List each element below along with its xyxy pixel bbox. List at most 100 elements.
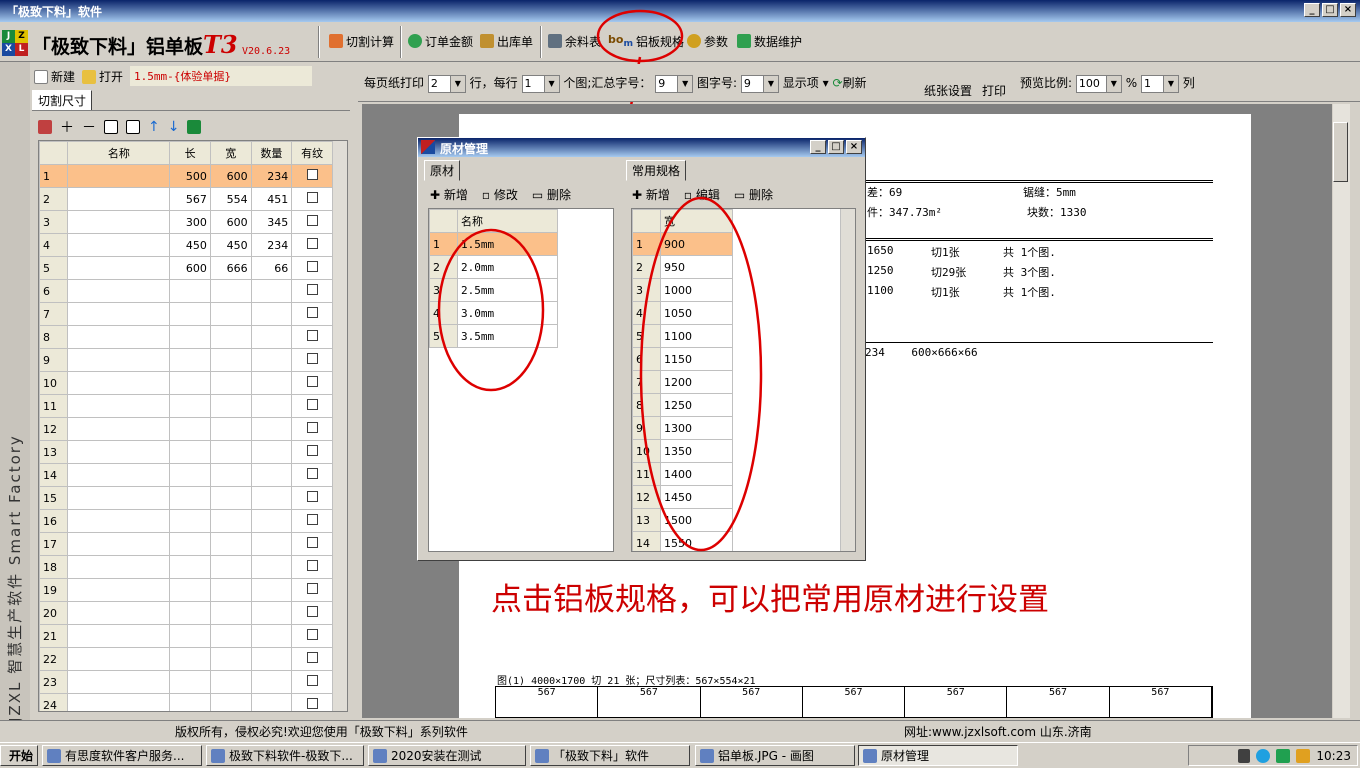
cell-width[interactable] xyxy=(209,486,252,510)
grain-checkbox[interactable] xyxy=(306,215,318,226)
table-row[interactable]: 23 xyxy=(39,670,333,694)
cell-name[interactable] xyxy=(67,187,171,211)
cell-length[interactable] xyxy=(169,647,211,671)
grain-checkbox[interactable] xyxy=(306,307,318,318)
table-row[interactable]: 15 xyxy=(39,486,333,510)
cell-name[interactable] xyxy=(67,394,171,418)
scroll-thumb[interactable] xyxy=(1333,122,1348,182)
cell-qty[interactable]: 234 xyxy=(250,164,293,188)
cell-length[interactable] xyxy=(169,371,211,395)
cell-name[interactable] xyxy=(67,509,171,533)
grain-checkbox[interactable] xyxy=(306,169,318,180)
cell-length[interactable]: 500 xyxy=(169,164,211,188)
cell-width[interactable] xyxy=(209,693,252,711)
cell-qty[interactable] xyxy=(250,555,293,579)
cell-length[interactable] xyxy=(169,486,211,510)
cell-qty[interactable]: 345 xyxy=(250,210,293,234)
grid-scrollbar[interactable] xyxy=(332,141,347,711)
table-row[interactable]: 5 600 666 66 xyxy=(39,256,333,280)
cell-length[interactable] xyxy=(169,624,211,648)
order-amount-button[interactable]: 订单金额 xyxy=(405,30,476,52)
check-icon[interactable] xyxy=(104,120,118,134)
table-row[interactable]: 1 500 600 234 xyxy=(39,164,333,188)
cell-width[interactable]: 600 xyxy=(209,210,252,234)
cell-name[interactable] xyxy=(67,463,171,487)
preview-scrollbar[interactable] xyxy=(1333,104,1350,718)
taskbar-item[interactable]: 有思度软件客户服务... xyxy=(42,745,202,766)
grain-checkbox[interactable] xyxy=(306,284,318,295)
cell-qty[interactable] xyxy=(250,601,293,625)
cell-name[interactable] xyxy=(67,486,171,510)
cell-length[interactable]: 567 xyxy=(169,187,211,211)
cell-name[interactable] xyxy=(67,417,171,441)
keyboard-icon[interactable] xyxy=(1238,748,1251,763)
pic-font-select[interactable]: 9 xyxy=(740,74,779,93)
per-row-select[interactable]: 1 xyxy=(521,74,560,93)
cell-length[interactable] xyxy=(169,463,211,487)
table-row[interactable]: 4 450 450 234 xyxy=(39,233,333,257)
cell-width[interactable] xyxy=(209,440,252,464)
left-modify-button[interactable]: ▫ 修改 xyxy=(482,186,518,203)
grain-checkbox[interactable] xyxy=(306,353,318,364)
cell-name[interactable] xyxy=(67,164,171,188)
grain-checkbox[interactable] xyxy=(306,376,318,387)
tab-material[interactable]: 原材 xyxy=(424,160,461,181)
cell-width[interactable] xyxy=(209,394,252,418)
cell-length[interactable] xyxy=(169,302,211,326)
cell-width[interactable] xyxy=(209,348,252,372)
cell-length[interactable] xyxy=(169,394,211,418)
cell-name[interactable] xyxy=(67,532,171,556)
table-row[interactable]: 20 xyxy=(39,601,333,625)
cell-width[interactable] xyxy=(209,279,252,303)
close-button[interactable]: × xyxy=(1340,3,1356,17)
cell-length[interactable]: 450 xyxy=(169,233,211,257)
cell-width[interactable]: 666 xyxy=(209,256,252,280)
qq-icon[interactable] xyxy=(1256,748,1271,763)
cell-qty[interactable]: 234 xyxy=(250,233,293,257)
cell-width[interactable]: 600 xyxy=(209,164,252,188)
grain-checkbox[interactable] xyxy=(306,330,318,341)
cell-name[interactable] xyxy=(67,624,171,648)
cell-name[interactable] xyxy=(67,647,171,671)
grain-checkbox[interactable] xyxy=(306,261,318,272)
table-row[interactable]: 21 xyxy=(39,624,333,648)
cell-qty[interactable] xyxy=(250,532,293,556)
cell-length[interactable] xyxy=(169,325,211,349)
table-row[interactable]: 2 567 554 451 xyxy=(39,187,333,211)
taskbar-item[interactable]: 「极致下料」软件 xyxy=(530,745,690,766)
cell-name[interactable] xyxy=(67,302,171,326)
per-page-select[interactable]: 2 xyxy=(427,74,466,93)
cell-length[interactable] xyxy=(169,555,211,579)
cell-qty[interactable] xyxy=(250,371,293,395)
grain-checkbox[interactable] xyxy=(306,468,318,479)
cell-name[interactable] xyxy=(67,693,171,711)
cut-calc-button[interactable]: 切割计算 xyxy=(326,30,397,52)
tab-common-spec[interactable]: 常用规格 xyxy=(626,160,687,181)
cell-width[interactable] xyxy=(209,578,252,602)
cell-length[interactable] xyxy=(169,693,211,711)
cols-select[interactable]: 1 xyxy=(1140,74,1179,93)
cell-name[interactable] xyxy=(67,348,171,372)
table-row[interactable]: 13 xyxy=(39,440,333,464)
table-row[interactable]: 10 xyxy=(39,371,333,395)
grain-checkbox[interactable] xyxy=(306,445,318,456)
cell-width[interactable] xyxy=(209,601,252,625)
cell-qty[interactable] xyxy=(250,394,293,418)
grain-checkbox[interactable] xyxy=(306,491,318,502)
dialog-minimize-button[interactable]: _ xyxy=(810,140,826,154)
table-row[interactable]: 12 xyxy=(39,417,333,441)
left-delete-button[interactable]: ▭ 删除 xyxy=(532,186,571,203)
print-button[interactable]: 打印 xyxy=(982,82,1006,99)
table-row[interactable]: 3 300 600 345 xyxy=(39,210,333,234)
params-button[interactable]: 参数 xyxy=(684,30,731,52)
shield-icon[interactable] xyxy=(1276,748,1291,763)
cell-qty[interactable] xyxy=(250,670,293,694)
spec-scrollbar[interactable] xyxy=(840,209,855,551)
cell-qty[interactable] xyxy=(250,486,293,510)
cell-width[interactable] xyxy=(209,509,252,533)
cell-width[interactable] xyxy=(209,670,252,694)
add-row-icon[interactable]: ＋ xyxy=(60,117,74,137)
cell-length[interactable] xyxy=(169,279,211,303)
cell-qty[interactable] xyxy=(250,578,293,602)
grain-checkbox[interactable] xyxy=(306,675,318,686)
